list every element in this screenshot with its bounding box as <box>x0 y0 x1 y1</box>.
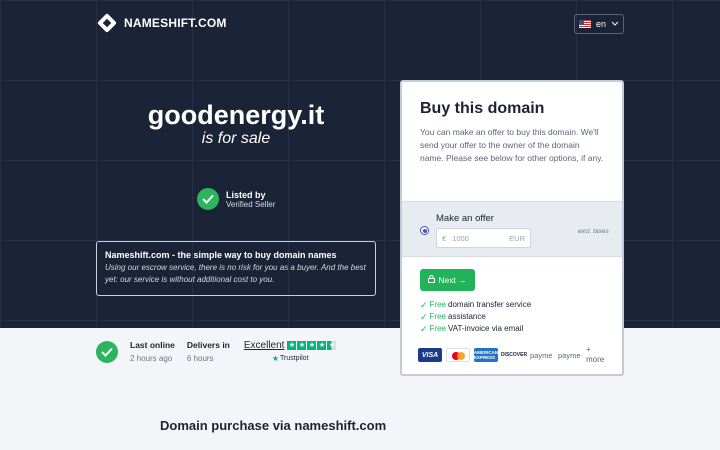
free-label: Free <box>429 324 446 333</box>
star-icon: ★ <box>287 341 297 350</box>
trustpilot-rating-word: Excellent <box>243 340 285 351</box>
currency-symbol: € <box>442 233 447 243</box>
feature-text: VAT-invoice via email <box>448 324 524 333</box>
last-online-label: Last online <box>130 340 175 350</box>
seller-stats: Last online 2 hours ago Delivers in 6 ho… <box>96 340 337 363</box>
language-selector[interactable]: en <box>574 14 624 34</box>
logo-text: NAMESHIFT.COM <box>124 16 227 30</box>
next-button[interactable]: Next → <box>420 269 475 291</box>
section-title: Domain purchase via nameshift.com <box>160 418 387 433</box>
us-flag-icon <box>578 20 591 28</box>
make-offer-option[interactable]: Make an offer € 1000 EUR excl. taxes <box>402 201 622 257</box>
star-icon: ★ <box>317 341 327 350</box>
checkmark-icon: ✓ <box>420 324 428 334</box>
star-half-icon: ★ <box>327 341 337 350</box>
discover-icon: DISCOVER <box>501 348 527 362</box>
payment-methods: VISA AMERICAN EXPRESS DISCOVER payme pay… <box>418 345 610 365</box>
checkmark-icon: ✓ <box>420 300 428 310</box>
info-body: Using our escrow service, there is no ri… <box>105 263 366 284</box>
feature-text: domain transfer service <box>448 300 532 309</box>
buy-domain-title: Buy this domain <box>420 100 545 117</box>
more-payment-methods: + more <box>586 345 605 364</box>
trustpilot-widget[interactable]: Excellent ★ ★ ★ ★ ★ ★ Trustpilot <box>244 340 337 363</box>
verified-seller-label: Verified Seller <box>226 199 276 209</box>
feature-list: ✓ Free domain transfer service ✓ Free as… <box>420 299 531 335</box>
verified-check-icon <box>197 188 219 210</box>
delivers-in-label: Delivers in <box>186 340 230 350</box>
lock-icon <box>428 275 436 285</box>
star-icon: ★ <box>297 341 307 350</box>
star-icon: ★ <box>307 341 317 350</box>
feature-text: assistance <box>448 312 486 321</box>
payment-image-placeholder: payme <box>558 350 581 360</box>
free-label: Free <box>429 300 446 309</box>
excl-taxes-note: excl. taxes <box>578 228 609 235</box>
site-logo[interactable]: NAMESHIFT.COM <box>96 12 227 34</box>
buy-domain-description: You can make an offer to buy this domain… <box>420 127 604 163</box>
nameshift-logo-icon <box>96 12 118 34</box>
free-label: Free <box>429 312 446 321</box>
price-placeholder: 1000 <box>452 233 469 243</box>
offer-price-input[interactable]: € 1000 EUR <box>436 228 531 248</box>
trustpilot-logo: ★ Trustpilot <box>272 354 309 363</box>
currency-code: EUR <box>509 233 525 243</box>
payment-image-placeholder: payme <box>530 350 553 360</box>
amex-icon: AMERICAN EXPRESS <box>473 348 499 362</box>
trustpilot-star-icon: ★ <box>271 354 279 363</box>
chevron-down-icon <box>611 19 619 29</box>
language-code: en <box>595 19 606 29</box>
listed-by-badge: Listed by Verified Seller <box>197 188 275 210</box>
visa-icon: VISA <box>418 348 442 362</box>
offer-radio[interactable] <box>420 226 429 235</box>
make-offer-label: Make an offer <box>436 213 494 224</box>
seller-check-icon <box>96 340 118 363</box>
buy-domain-card: Buy this domain You can make an offer to… <box>400 80 624 376</box>
delivers-in-value: 6 hours <box>186 354 214 363</box>
last-online-stat: Last online 2 hours ago <box>130 340 175 363</box>
trustpilot-brand: Trustpilot <box>279 355 309 362</box>
info-title: Nameshift.com - the simple way to buy do… <box>105 250 337 260</box>
domain-name: goodenergy.it <box>147 100 325 130</box>
trustpilot-stars: ★ ★ ★ ★ ★ <box>287 341 337 350</box>
feature-item: ✓ Free VAT-invoice via email <box>420 323 531 335</box>
next-label: Next → <box>438 275 467 285</box>
for-sale-tagline: is for sale <box>201 130 271 147</box>
delivers-in-stat: Delivers in 6 hours <box>187 340 230 363</box>
escrow-info-box: Nameshift.com - the simple way to buy do… <box>96 241 376 296</box>
feature-item: ✓ Free assistance <box>420 311 531 323</box>
checkmark-icon: ✓ <box>420 312 428 322</box>
feature-item: ✓ Free domain transfer service <box>420 299 531 311</box>
listed-by-label: Listed by <box>226 189 266 200</box>
mastercard-icon <box>446 348 470 362</box>
last-online-value: 2 hours ago <box>130 354 173 363</box>
